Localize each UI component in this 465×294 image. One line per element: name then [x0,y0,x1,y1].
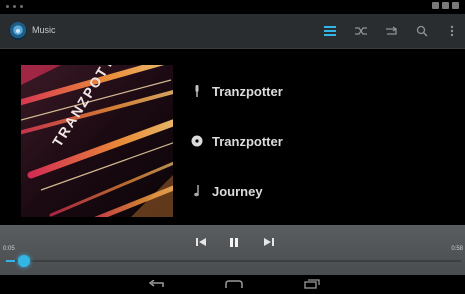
elapsed-time: 0:05 [3,246,15,252]
overflow-menu-icon[interactable] [443,22,461,40]
app-title: Music [32,25,56,35]
back-icon[interactable] [144,277,168,291]
status-icons [432,2,459,9]
repeat-icon[interactable] [382,22,400,40]
now-playing-content: TRANZPOTTER Tranzpotter Tranzpotter Jour… [0,49,465,225]
library-icon[interactable] [321,22,339,40]
artist-name: Tranzpotter [212,83,283,99]
wifi-icon [442,2,449,9]
notification-icons [6,5,23,8]
progress-thumb[interactable] [18,255,31,267]
pause-icon[interactable] [223,233,245,251]
playback-controls: 0:05 0:58 [0,225,465,275]
progress-fill [6,260,16,262]
total-time: 0:58 [451,246,463,252]
previous-icon[interactable] [190,233,212,251]
search-icon[interactable] [413,22,431,40]
song-icon [190,184,204,198]
progress-bar[interactable] [6,260,461,262]
action-bar: Music [0,14,465,49]
navigation-bar [0,275,465,294]
status-bar [0,0,465,14]
album-name: Tranzpotter [212,133,283,149]
next-icon[interactable] [258,233,280,251]
battery-icon [452,2,459,9]
recent-apps-icon[interactable] [300,277,324,291]
artist-row: Tranzpotter [190,80,283,102]
home-icon[interactable] [222,277,246,291]
signal-icon [432,2,439,9]
song-row: Journey [190,180,263,202]
artist-icon [190,84,204,98]
song-title: Journey [212,183,263,199]
shuffle-icon[interactable] [352,22,370,40]
music-app-icon[interactable] [9,22,27,40]
album-icon [190,134,204,148]
album-row: Tranzpotter [190,130,283,152]
album-art[interactable]: TRANZPOTTER [21,65,173,217]
